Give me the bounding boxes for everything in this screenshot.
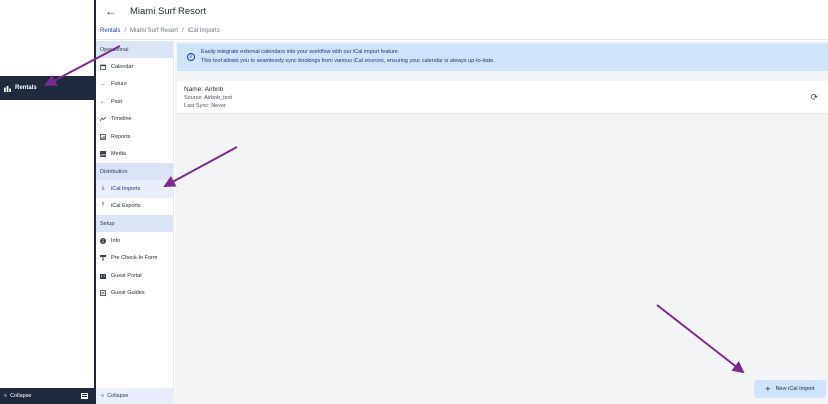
plus-icon: + [765, 383, 771, 394]
nav-item-label: iCal Imports [111, 185, 141, 192]
upload-icon: ⤒ [101, 202, 105, 209]
nav-item-ical-imports[interactable]: ⤓ iCal Imports [96, 180, 173, 198]
list-view-icon[interactable] [81, 393, 88, 399]
info-text: Easily integrate external calendars into… [201, 48, 495, 66]
nav-item-label: Reports [111, 133, 131, 140]
import-source: Source: Airbnb_test [184, 95, 233, 101]
breadcrumb-separator: / [124, 27, 127, 34]
sidebar-item-rentals[interactable]: Rentals [0, 76, 94, 100]
double-chevron-left-icon: « [4, 393, 8, 399]
breadcrumb-separator: / [182, 27, 184, 34]
nav-item-ical-exports[interactable]: ⤒ iCal Exports [96, 198, 173, 216]
sidebar-collapse-bar[interactable]: « Collapse [0, 388, 94, 404]
breadcrumb: Rentals / Miami Surf Resort / iCal Impor… [96, 22, 828, 40]
nav-item-reports[interactable]: Reports [96, 128, 173, 146]
page-title: Miami Surf Resort [130, 5, 207, 17]
import-name: Name: Airbnb [184, 86, 224, 93]
breadcrumb-rentals[interactable]: Rentals [100, 28, 120, 34]
sync-icon[interactable]: ⟳ [810, 92, 818, 103]
timeline-icon [100, 116, 106, 122]
info-line-2: This tool allows you to seamlessly sync … [201, 58, 495, 64]
info-circle-icon: i [187, 53, 195, 61]
arrow-left-icon: ← [100, 98, 106, 105]
nav-item-label: Calendar [111, 63, 134, 70]
breadcrumb-current: iCal Imports [187, 27, 220, 34]
info-icon [100, 237, 106, 244]
nav-item-pre-check-in-form[interactable]: Pre Check-In Form [96, 250, 173, 268]
section-operational: Operational [96, 41, 173, 58]
nav-item-media[interactable]: Media [96, 146, 173, 164]
property-nav: Operational Calendar → Future ← Past Tim… [96, 41, 174, 404]
building-icon [4, 85, 11, 92]
new-ical-import-button[interactable]: + New iCal Import [754, 380, 826, 398]
nav-item-label: Future [111, 81, 127, 88]
app-root: Rentals « Collapse ← Miami Surf Resort R… [0, 0, 828, 404]
media-icon [100, 151, 106, 158]
nav-item-label: Past [111, 98, 123, 105]
info-banner: i Easily integrate external calendars in… [177, 43, 828, 71]
nav-item-label: Timeline [111, 116, 132, 123]
double-chevron-left-icon: « [101, 393, 105, 399]
nav-item-label: Guest Guides [111, 290, 145, 297]
main-sidebar: Rentals « Collapse [0, 0, 96, 404]
nav-item-timeline[interactable]: Timeline [96, 111, 173, 129]
nav-item-guest-portal[interactable]: Guest Portal [96, 267, 173, 285]
nav-item-info[interactable]: Info [96, 232, 173, 250]
nav-item-label: Media [111, 151, 126, 158]
main-content: i Easily integrate external calendars in… [175, 41, 828, 404]
collapse-label: Collapse [107, 393, 129, 399]
guide-icon [100, 290, 106, 297]
calendar-icon [100, 64, 106, 70]
download-icon: ⤓ [101, 185, 105, 192]
info-line-1: Easily integrate external calendars into… [201, 49, 400, 55]
subnav-collapse-button[interactable]: « Collapse [96, 388, 174, 404]
nav-item-guest-guides[interactable]: Guest Guides [96, 285, 173, 303]
import-last-sync: Last Sync: Never [184, 103, 226, 109]
reports-icon [100, 133, 106, 140]
nav-item-label: Pre Check-In Form [111, 255, 158, 262]
nav-item-future[interactable]: → Future [96, 76, 173, 94]
section-setup: Setup [96, 215, 173, 232]
page-header: ← Miami Surf Resort [96, 0, 828, 22]
section-distribution: Distribution [96, 163, 173, 180]
nav-item-past[interactable]: ← Past [96, 93, 173, 111]
arrow-right-icon: → [100, 81, 106, 88]
ical-import-card[interactable]: Name: Airbnb Source: Airbnb_test Last Sy… [177, 81, 828, 114]
sidebar-item-label: Rentals [15, 85, 37, 91]
portal-icon [100, 273, 106, 279]
back-arrow-icon[interactable]: ← [104, 4, 118, 18]
nav-item-label: Guest Portal [111, 272, 142, 279]
form-icon [100, 255, 106, 262]
nav-item-label: Info [111, 237, 121, 244]
nav-item-calendar[interactable]: Calendar [96, 58, 173, 76]
new-ical-import-label: New iCal Import [775, 386, 815, 392]
nav-item-label: iCal Exports [111, 203, 141, 210]
breadcrumb-property[interactable]: Miami Surf Resort [130, 28, 178, 34]
collapse-label: Collapse [10, 393, 32, 399]
